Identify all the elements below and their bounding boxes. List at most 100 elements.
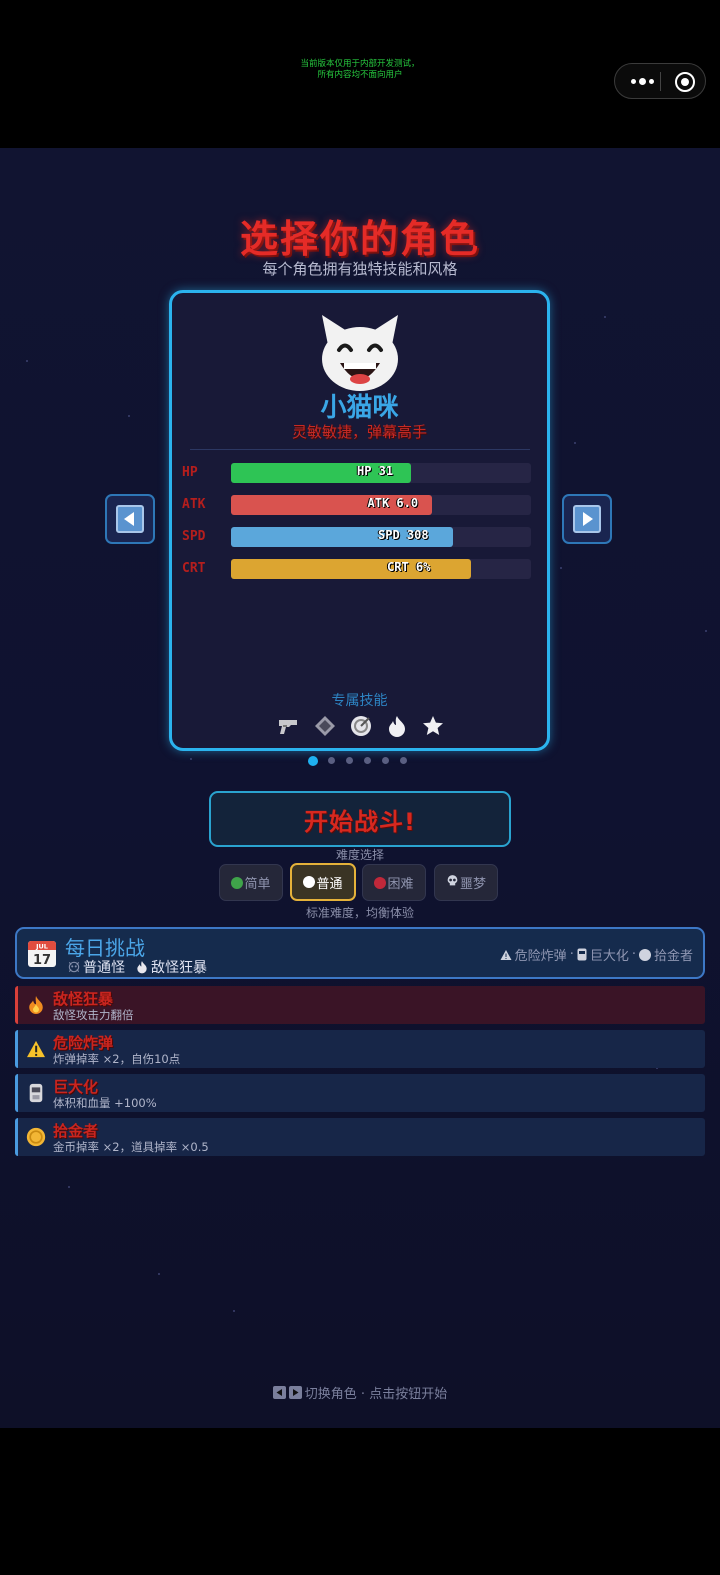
stat-value: ATK 6.0 <box>367 496 419 510</box>
system-top-bar: 当前版本仅用于内部开发测试， 所有内容均不面向用户 <box>0 0 720 148</box>
dev-notice-line2: 所有内容均不面向用户 <box>317 70 403 80</box>
more-menu-icon[interactable] <box>625 64 659 98</box>
carousel-dot[interactable] <box>346 757 353 764</box>
modifier-description: 敌怪攻击力翻倍 <box>53 1008 134 1022</box>
calendar-month: JUL <box>35 943 48 951</box>
carousel-dot[interactable] <box>400 757 407 764</box>
difficulty-nightmare-label: 噩梦 <box>459 877 486 892</box>
background-star <box>158 1273 160 1275</box>
background-star <box>190 758 192 760</box>
white-circle-icon <box>303 876 316 888</box>
arrow-left-icon <box>116 505 144 533</box>
coin-icon <box>26 1127 46 1147</box>
difficulty-normal-label: 普通 <box>316 876 343 892</box>
background-star <box>705 630 707 632</box>
flame-icon <box>384 713 410 739</box>
stat-label: SPD <box>182 529 206 544</box>
skull-icon <box>446 874 459 891</box>
dev-notice-line1: 当前版本仅用于内部开发测试， <box>300 59 420 69</box>
separator: · <box>569 947 574 962</box>
difficulty-label: 难度选择 <box>335 848 384 862</box>
skills-row <box>276 713 446 739</box>
daily-mod-3: 拾金者 <box>653 949 693 964</box>
diamond-icon <box>312 713 338 739</box>
stat-value: HP 31 <box>357 464 394 478</box>
character-card: 小猫咪 灵敏敏捷，弹幕高手 HP HP 31 ATK ATK 6.0 SPD SPD 30… <box>169 290 550 751</box>
carousel-dot[interactable] <box>364 757 371 764</box>
robot-icon <box>577 948 587 961</box>
pistol-icon <box>276 713 302 739</box>
background-star <box>560 567 562 569</box>
daily-challenge-banner[interactable]: JUL 17 每日挑战 普通怪 敌怪狂暴 危险炸弹 · 巨大化 · 拾金者 <box>15 927 705 979</box>
difficulty-hard-button[interactable]: 困难 <box>362 864 426 901</box>
modifier-name: 危险炸弹 <box>53 1034 114 1052</box>
card-divider <box>190 449 530 450</box>
stat-bar-track: CRT 6% <box>231 559 531 579</box>
green-circle-icon <box>231 876 244 889</box>
footer-hint-text: 切换角色 · 点击按钮开始 <box>304 1387 448 1402</box>
skills-label: 专属技能 <box>331 693 388 709</box>
red-circle-icon <box>374 876 387 889</box>
stat-bar-track: HP 31 <box>231 463 531 483</box>
page-subtitle: 每个角色拥有独特技能和风格 <box>262 260 458 278</box>
modifier-item: 拾金者 金币掉率 ×2，道具掉率 ×0.5 <box>15 1118 705 1156</box>
difficulty-normal-button[interactable]: 普通 <box>290 863 356 901</box>
modifier-description: 金币掉率 ×2，道具掉率 ×0.5 <box>53 1140 209 1154</box>
separator: · <box>631 947 636 962</box>
next-character-button[interactable] <box>562 494 612 544</box>
background-star <box>68 1186 70 1188</box>
stat-label: ATK <box>182 497 206 512</box>
prev-character-button[interactable] <box>105 494 155 544</box>
background-star <box>128 415 130 417</box>
page-title: 选择你的角色 <box>239 217 480 261</box>
coin-icon <box>638 948 651 961</box>
calendar-day: 17 <box>33 953 51 968</box>
flame-icon <box>137 961 147 974</box>
difficulty-selector: 简单 普通 困难 噩梦 <box>219 863 501 902</box>
modifier-description: 炸弹掉率 ×2，自伤10点 <box>53 1052 181 1066</box>
miniprogram-capsule <box>614 63 706 99</box>
stat-value: CRT 6% <box>387 560 431 574</box>
stat-bar-track: ATK 6.0 <box>231 495 531 515</box>
modifier-item: 危险炸弹 炸弹掉率 ×2，自伤10点 <box>15 1030 705 1068</box>
arrow-right-icon <box>573 505 601 533</box>
footer-hint: 切换角色 · 点击按钮开始 <box>0 1383 720 1402</box>
stat-value: SPD 308 <box>378 528 429 542</box>
daily-mod-2: 巨大化 <box>589 949 629 964</box>
background-star <box>604 316 606 318</box>
robot-icon <box>26 1083 46 1103</box>
start-battle-button[interactable]: 开始战斗! <box>209 791 511 847</box>
modifier-name: 拾金者 <box>53 1122 99 1140</box>
calendar-icon: JUL 17 <box>27 938 57 968</box>
modifier-description: 体积和血量 +100% <box>53 1096 157 1110</box>
carousel-dot[interactable] <box>382 757 389 764</box>
daily-mod-1: 危险炸弹 <box>514 949 567 964</box>
difficulty-description: 标准难度，均衡体验 <box>305 906 414 920</box>
right-key-icon <box>288 1386 302 1399</box>
daily-modifier-summary: 危险炸弹 · 巨大化 · 拾金者 <box>500 945 693 964</box>
carousel-dots <box>308 756 408 766</box>
difficulty-nightmare-button[interactable]: 噩梦 <box>434 864 498 901</box>
enemy-type: 普通怪 <box>83 960 125 976</box>
stat-label: HP <box>182 465 198 480</box>
modifier-name: 敌怪狂暴 <box>53 990 114 1008</box>
enemy-modifier: 敌怪狂暴 <box>151 960 207 976</box>
warning-icon <box>26 1039 46 1059</box>
daily-challenge-summary: 普通怪 敌怪狂暴 <box>67 957 207 977</box>
difficulty-easy-label: 简单 <box>244 877 271 892</box>
carousel-dot[interactable] <box>328 757 335 764</box>
background-star <box>26 360 28 362</box>
star-icon <box>420 713 446 739</box>
background-star <box>233 1310 235 1312</box>
character-description: 灵敏敏捷，弹幕高手 <box>291 423 427 441</box>
modifier-name: 巨大化 <box>53 1078 99 1096</box>
difficulty-easy-button[interactable]: 简单 <box>219 864 283 901</box>
close-miniprogram-icon[interactable] <box>675 72 695 92</box>
fire-icon <box>26 995 46 1015</box>
stat-bar-track: SPD 308 <box>231 527 531 547</box>
modifier-item: 巨大化 体积和血量 +100% <box>15 1074 705 1112</box>
monster-icon <box>68 961 80 973</box>
carousel-dot-active[interactable] <box>308 756 318 766</box>
grinning-cat-icon <box>312 313 408 393</box>
system-bottom-bar <box>0 1428 720 1575</box>
